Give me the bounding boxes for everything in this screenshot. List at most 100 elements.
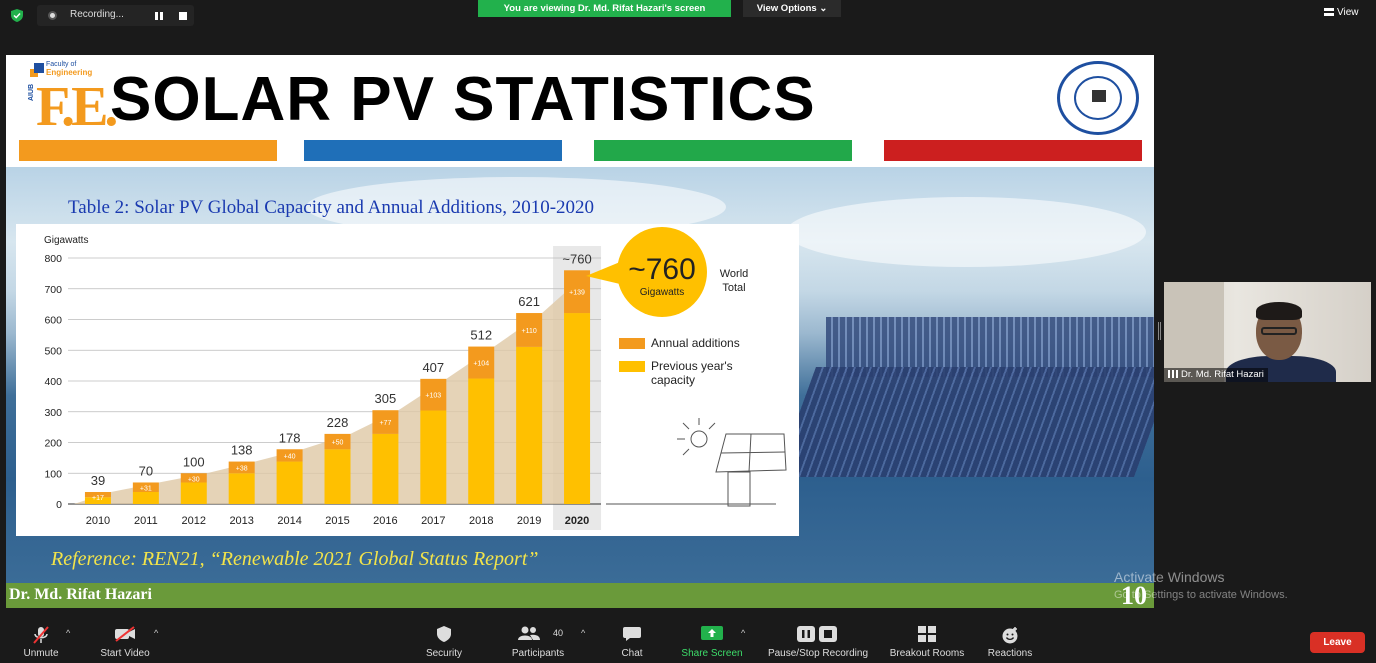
share-screen-label: Share Screen	[681, 648, 743, 659]
security-button[interactable]: Security	[420, 618, 468, 663]
zoom-window: { "topbar": { "recording_label": "Record…	[0, 0, 1376, 663]
x-tick-label: 2017	[421, 515, 445, 527]
pause-stop-recording-label: Pause/Stop Recording	[767, 648, 869, 659]
bar-previous-capacity	[228, 473, 255, 504]
total-data-label: 621	[518, 294, 540, 309]
share-screen-button[interactable]: Share Screen	[676, 618, 748, 663]
x-tick-label: 2018	[469, 515, 493, 527]
participant-name: Dr. Md. Rifat Hazari	[1181, 369, 1264, 380]
video-person-hair	[1256, 302, 1302, 320]
pause-stop-recording-icon	[797, 626, 837, 642]
legend-label: capacity	[651, 373, 695, 387]
bar-previous-capacity	[564, 313, 591, 504]
total-data-label: 407	[422, 360, 444, 375]
y-tick-label: 600	[44, 315, 62, 327]
solar-panel-stand-icon	[727, 471, 751, 507]
faculty-engineering-logo: Faculty of Engineering AIUB F.E.	[28, 61, 118, 143]
total-data-label: 512	[470, 328, 492, 343]
participants-caret-icon[interactable]: ^	[581, 628, 585, 638]
total-data-label: 178	[279, 430, 301, 445]
x-tick-label: 2011	[134, 515, 158, 527]
addition-data-label: +103	[425, 393, 441, 400]
chat-button[interactable]: Chat	[610, 618, 654, 663]
sun-icon	[690, 430, 708, 448]
addition-data-label: +17	[92, 495, 104, 502]
shared-slide: Faculty of Engineering AIUB F.E. SOLAR P…	[6, 55, 1154, 608]
y-axis-label: Gigawatts	[44, 235, 88, 246]
start-video-button[interactable]: Start Video	[92, 618, 158, 663]
panel-resize-handle[interactable]	[1158, 322, 1161, 340]
y-tick-label: 300	[44, 407, 62, 419]
callout-unit: Gigawatts	[640, 287, 684, 298]
participants-button[interactable]: 40 Participants	[505, 618, 571, 663]
addition-data-label: +30	[188, 476, 200, 483]
meeting-top-bar: Recording... You are viewing Dr. Md. Rif…	[0, 0, 1376, 30]
logo-aiub-text: AIUB	[28, 83, 35, 101]
cloud-shape	[786, 197, 1146, 267]
bar-previous-capacity	[420, 410, 447, 504]
addition-data-label: +139	[569, 290, 585, 297]
callout-side-label: World	[720, 268, 749, 280]
start-video-label: Start Video	[100, 648, 150, 659]
view-button[interactable]: View	[1324, 7, 1359, 18]
reference-text: Reference: REN21, “Renewable 2021 Global…	[51, 548, 539, 570]
meeting-toolbar: Unmute ^ Start Video ^ Security 40 Parti…	[0, 618, 1376, 663]
presenter-name: Dr. Md. Rifat Hazari	[9, 586, 152, 603]
security-label: Security	[425, 648, 463, 659]
participants-count: 40	[553, 628, 564, 638]
addition-data-label: +40	[284, 453, 296, 460]
y-tick-label: 200	[44, 438, 62, 450]
color-stripe-blue	[304, 140, 562, 161]
video-options-caret-icon[interactable]: ^	[154, 628, 158, 638]
muted-microphone-icon	[33, 626, 49, 644]
bar-previous-capacity	[180, 482, 207, 504]
leave-meeting-button[interactable]: Leave	[1310, 632, 1365, 653]
chart-card: 0 100 200 300 400 500 600 700 800 Gigawatts +17 39 2…	[16, 224, 799, 536]
audio-options-caret-icon[interactable]: ^	[66, 628, 70, 638]
pause-recording-icon[interactable]	[155, 12, 163, 20]
breakout-rooms-icon	[918, 626, 936, 642]
participant-video[interactable]: Dr. Md. Rifat Hazari	[1164, 282, 1371, 382]
slide-footer: Dr. Md. Rifat Hazari	[6, 583, 1154, 608]
signal-strength-icon	[1168, 370, 1178, 378]
callout-value: ~760	[628, 253, 696, 286]
video-off-icon	[115, 626, 135, 642]
recording-indicator: Recording...	[37, 5, 194, 26]
breakout-rooms-button[interactable]: Breakout Rooms	[884, 618, 970, 663]
addition-data-label: +31	[140, 485, 152, 492]
total-data-label: ~760	[562, 251, 591, 266]
y-tick-label: 400	[44, 376, 62, 388]
total-data-label: 228	[327, 415, 349, 430]
share-options-caret-icon[interactable]: ^	[741, 628, 745, 638]
pause-stop-recording-button[interactable]: Pause/Stop Recording	[762, 618, 874, 663]
x-tick-label: 2010	[86, 515, 110, 527]
bar-previous-capacity	[516, 346, 543, 504]
y-tick-label: 0	[56, 499, 62, 511]
stop-recording-icon[interactable]	[179, 12, 187, 20]
legend-swatch-previous-capacity	[619, 361, 645, 372]
smiley-reaction-icon	[1002, 627, 1018, 644]
y-tick-label: 100	[44, 468, 62, 480]
bar-previous-capacity	[132, 492, 159, 504]
video-person-glasses	[1261, 327, 1297, 335]
addition-data-label: +50	[332, 440, 344, 447]
reactions-button[interactable]: Reactions	[982, 618, 1038, 663]
solar-panel-icon	[720, 451, 786, 454]
unmute-button[interactable]: Unmute	[12, 618, 70, 663]
chat-label: Chat	[621, 648, 643, 659]
view-options-button[interactable]: View Options ⌄	[743, 0, 841, 17]
security-shield-icon	[11, 9, 23, 22]
bar-previous-capacity	[468, 378, 495, 504]
participant-name-tag: Dr. Md. Rifat Hazari	[1164, 368, 1268, 382]
participants-icon	[518, 626, 540, 640]
x-tick-label: 2014	[277, 515, 301, 527]
bar-previous-capacity	[276, 461, 303, 504]
total-data-label: 305	[375, 391, 397, 406]
legend-label: Previous year's	[651, 359, 733, 373]
recording-dot-icon	[48, 11, 57, 20]
activate-windows-subtitle: Go to Settings to activate Windows.	[1114, 589, 1288, 601]
activate-windows-title: Activate Windows	[1114, 569, 1225, 585]
legend-label: Annual additions	[651, 336, 740, 350]
addition-data-label: +38	[236, 465, 248, 472]
addition-data-label: +104	[473, 361, 489, 368]
